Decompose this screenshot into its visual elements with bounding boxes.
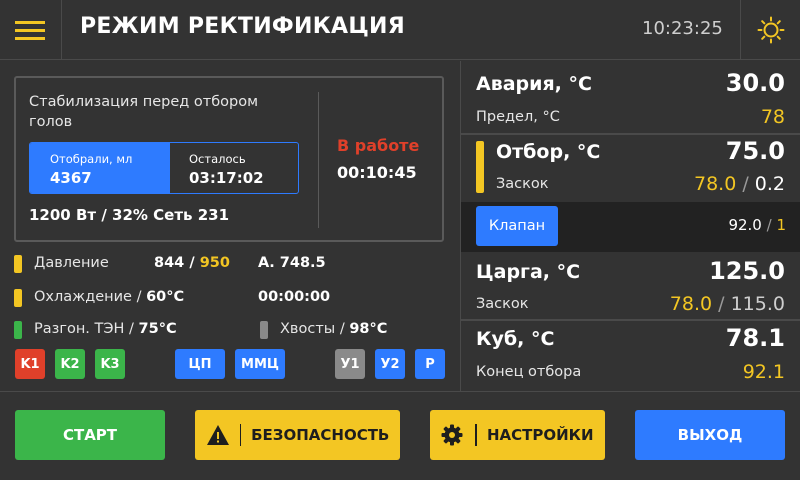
- cube-end-label: Конец отбора: [476, 364, 582, 380]
- settings-button-separator: [475, 424, 477, 446]
- pressure-label: Давление: [34, 255, 109, 271]
- start-button[interactable]: СТАРТ: [15, 410, 165, 460]
- tag-k1[interactable]: K1: [15, 349, 45, 379]
- divider: [461, 319, 800, 321]
- pressure-value: 844: [154, 255, 185, 271]
- draw-label: Отбор, °C: [496, 141, 601, 163]
- heater-indicator: [14, 321, 22, 339]
- cooling-value: 60°C: [146, 289, 185, 305]
- tag-r[interactable]: Р: [415, 349, 445, 379]
- alarm-value: 30.0: [725, 69, 785, 97]
- draw-jump-delta: 0.2: [754, 173, 785, 195]
- draw-indicator: [476, 141, 484, 193]
- limit-value: 78: [760, 106, 785, 128]
- draw-value: 75.0: [725, 137, 785, 165]
- pressure-indicator: [14, 255, 22, 273]
- settings-button-label: НАСТРОЙКИ: [486, 426, 594, 444]
- column-value: 125.0: [709, 257, 785, 285]
- valve-readout: 92.0 / 1: [728, 216, 786, 234]
- pressure-limit: 950: [199, 255, 230, 271]
- valve-row: Клапан 92.0 / 1: [461, 202, 800, 252]
- limit-label: Предел, °C: [476, 109, 560, 125]
- tails-label: Хвосты /: [280, 321, 350, 337]
- theme-toggle-button[interactable]: [740, 0, 800, 60]
- clock: 10:23:25: [642, 18, 723, 39]
- warning-icon: [206, 424, 230, 446]
- cooling-readout: Охлаждение / 60°C: [34, 289, 184, 305]
- draw-jump-separator: /: [736, 173, 755, 195]
- collected-value: 4367: [50, 169, 92, 187]
- work-time: 00:10:45: [337, 163, 417, 182]
- exit-button-label: ВЫХОД: [677, 426, 743, 444]
- draw-jump-readout: 78.0 / 0.2: [694, 173, 785, 195]
- stage-card: Стабилизация перед отбором голов Отобрал…: [14, 76, 444, 242]
- gear-icon: [441, 424, 465, 446]
- heater-value: 75°C: [138, 321, 177, 337]
- settings-button[interactable]: НАСТРОЙКИ: [430, 410, 605, 460]
- alarm-label: Авария, °C: [476, 73, 592, 95]
- safety-button[interactable]: БЕЗОПАСНОСТЬ: [195, 410, 400, 460]
- tag-u1[interactable]: У1: [335, 349, 365, 379]
- remaining-value: 03:17:02: [189, 169, 264, 187]
- tails-indicator: [260, 321, 268, 339]
- exit-button[interactable]: ВЫХОД: [635, 410, 785, 460]
- tag-k2[interactable]: K2: [55, 349, 85, 379]
- atm-pressure: А. 748.5: [258, 255, 326, 271]
- valve-button[interactable]: Клапан: [476, 206, 558, 246]
- page-title: РЕЖИМ РЕКТИФИКАЦИЯ: [80, 14, 406, 39]
- pressure-row: Давление 844 / 950 А. 748.5: [14, 253, 454, 275]
- heater-readout: Разгон. ТЭН / 75°C: [34, 321, 177, 337]
- draw-jump-value: 78.0: [693, 173, 737, 195]
- tails-readout: Хвосты / 98°C: [280, 321, 387, 337]
- column-label: Царга, °C: [476, 261, 581, 283]
- cooling-time: 00:00:00: [258, 289, 331, 305]
- remaining-cell: Осталось 03:17:02: [170, 143, 298, 193]
- cooling-row: Охлаждение / 60°C 00:00:00: [14, 287, 454, 309]
- tag-cp[interactable]: ЦП: [175, 349, 225, 379]
- stage-description: Стабилизация перед отбором голов: [29, 94, 259, 130]
- column-jump-label: Заскок: [476, 296, 529, 312]
- divider: [461, 133, 800, 135]
- right-panel: Авария, °C 30.0 Предел, °C 78 Отбор, °C …: [460, 61, 800, 391]
- power-readout: 1200 Вт / 32% Сеть 231: [29, 206, 230, 224]
- collected-label: Отобрали, мл: [50, 152, 133, 166]
- cube-label: Куб, °C: [476, 328, 555, 350]
- hamburger-menu-icon[interactable]: [0, 0, 62, 60]
- cube-value: 78.1: [725, 324, 785, 352]
- start-button-label: СТАРТ: [62, 426, 118, 444]
- heater-label: Разгон. ТЭН /: [34, 321, 139, 337]
- work-status: В работе: [337, 136, 420, 155]
- valve-separator: /: [761, 216, 777, 234]
- safety-button-separator: [239, 424, 242, 446]
- collection-counter: Отобрали, мл 4367 Осталось 03:17:02: [29, 142, 299, 194]
- header-bar: РЕЖИМ РЕКТИФИКАЦИЯ 10:23:25: [0, 0, 800, 60]
- tag-mmc[interactable]: ММЦ: [235, 349, 285, 379]
- pressure-readout: 844 / 950: [154, 255, 230, 271]
- tag-u2[interactable]: У2: [375, 349, 405, 379]
- safety-button-label: БЕЗОПАСНОСТЬ: [251, 426, 390, 444]
- stage-divider: [318, 92, 319, 228]
- valve-value: 92.0: [728, 216, 762, 234]
- column-jump-separator: /: [712, 293, 731, 315]
- cube-end-value: 92.1: [742, 361, 785, 383]
- column-jump-readout: 78.0 / 115.0: [670, 293, 785, 315]
- cooling-label: Охлаждение /: [34, 289, 147, 305]
- tag-k3[interactable]: K3: [95, 349, 125, 379]
- collected-cell: Отобрали, мл 4367: [30, 143, 170, 193]
- bottom-toolbar: СТАРТ БЕЗОПАСНОСТЬ НАСТРОЙКИ ВЫХОД: [0, 391, 800, 480]
- column-jump-max: 115.0: [730, 293, 785, 315]
- sun-icon: [757, 16, 785, 44]
- column-jump-value: 78.0: [669, 293, 713, 315]
- valve-count: 1: [776, 216, 786, 234]
- left-panel: Стабилизация перед отбором голов Отобрал…: [0, 61, 460, 391]
- tails-value: 98°C: [349, 321, 388, 337]
- remaining-label: Осталось: [189, 152, 246, 166]
- pressure-separator: /: [184, 255, 200, 271]
- draw-jump-label: Заскок: [496, 176, 549, 192]
- heater-row: Разгон. ТЭН / 75°C Хвосты / 98°C: [14, 319, 454, 341]
- cooling-indicator: [14, 289, 22, 307]
